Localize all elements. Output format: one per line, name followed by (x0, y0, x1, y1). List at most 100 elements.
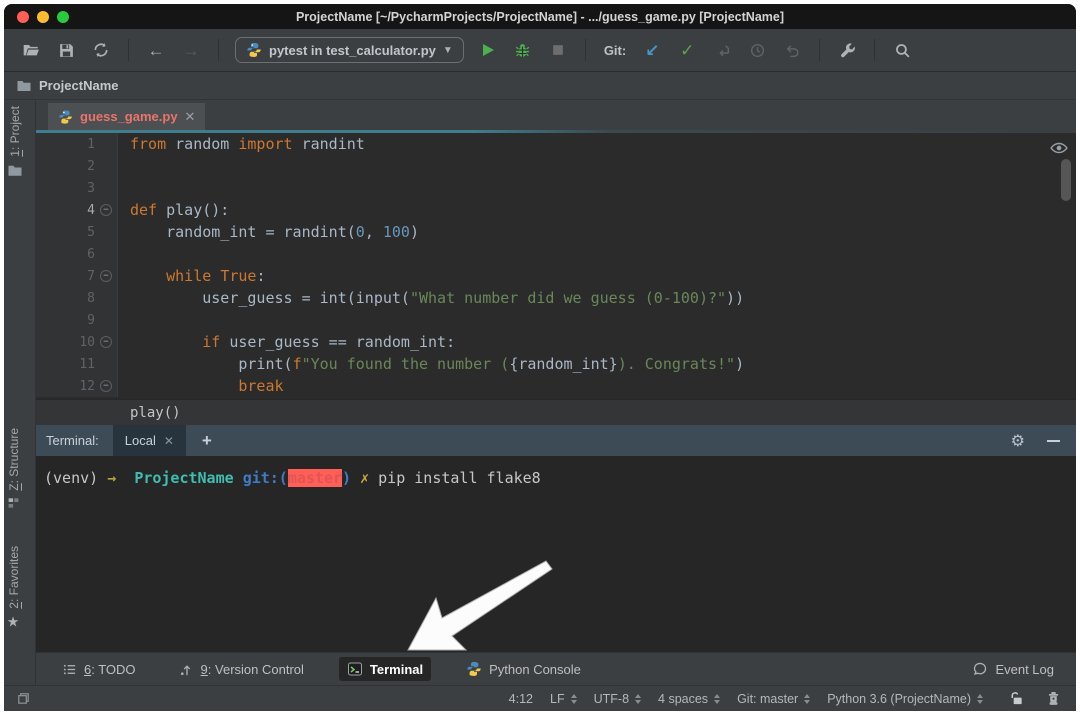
sidebar-item-structure[interactable]: Z: Structure (7, 428, 21, 510)
status-item[interactable]: UTF-8 (594, 692, 641, 706)
tab-guess-game[interactable]: guess_game.py ✕ (48, 103, 205, 130)
line-number: 1 (75, 137, 95, 152)
sidebar-item-label: Z: Structure (7, 428, 21, 491)
code-segment: : (256, 267, 265, 285)
toolbar-separator (819, 39, 820, 61)
status-item[interactable]: LF (550, 692, 577, 706)
toolwindow-event-log[interactable]: Event Log (964, 657, 1062, 681)
vcs-icon (179, 662, 194, 677)
line-number: 3 (75, 181, 95, 196)
code-segment: ) (410, 223, 419, 241)
new-terminal-session-button[interactable]: + (202, 431, 212, 451)
line-number: 6 (75, 247, 95, 262)
gear-icon[interactable]: ⚙ (1011, 431, 1025, 451)
code-text: break (118, 377, 284, 395)
toggle-toolwindows-icon[interactable] (12, 688, 34, 710)
left-toolwindow-stripe: 1: Project Z: Structure ★2: Favorites (4, 100, 36, 685)
wrench-icon[interactable] (836, 39, 858, 61)
search-icon[interactable] (891, 39, 913, 61)
code-segment (130, 267, 166, 285)
code-segment: print( (130, 355, 293, 373)
pycharm-window: ProjectName [~/PycharmProjects/ProjectNa… (4, 4, 1076, 711)
terminal-tab-local[interactable]: Local ✕ (113, 425, 186, 456)
status-item[interactable]: 4 spaces (658, 692, 720, 706)
git-rollback-icon[interactable] (781, 39, 803, 61)
prompt-segment: (venv) (44, 469, 107, 487)
code-line: 12− break (36, 375, 1076, 397)
code-segment: True (220, 267, 256, 285)
chevron-down-icon: ▼ (443, 45, 453, 56)
minimize-panel-icon[interactable] (1047, 440, 1060, 442)
status-item-label: UTF-8 (594, 692, 629, 706)
eye-icon[interactable] (1050, 140, 1068, 159)
toolwindow-left: 6: TODO 9: Version Control Terminal Python … (54, 657, 589, 681)
code-editor[interactable]: 1−from random import randint2−3−4−def pl… (36, 133, 1076, 399)
gutter-cell: 9− (36, 309, 118, 331)
gutter-cell: 3− (36, 177, 118, 199)
code-segment: 0 (356, 223, 365, 241)
toolbar-separator (218, 39, 219, 61)
fold-marker-icon[interactable]: − (100, 204, 112, 216)
terminal-tab-close-icon[interactable]: ✕ (164, 434, 174, 448)
code-text: while True: (118, 267, 265, 285)
tab-filename: guess_game.py (80, 109, 178, 124)
toolwindow-version-control[interactable]: 9: Version Control (171, 658, 312, 681)
status-items: LF UTF-8 4 spaces Git: master Python 3.6 (Pr… (533, 692, 983, 706)
gutter-cell: 11− (36, 353, 118, 375)
code-line: 5− random_int = randint(0, 100) (36, 221, 1076, 243)
status-item-label: Python 3.6 (ProjectName) (827, 692, 971, 706)
forward-icon[interactable]: → (180, 39, 202, 61)
code-segment: randint (293, 135, 365, 153)
status-item[interactable]: Python 3.6 (ProjectName) (827, 692, 983, 706)
hector-inspector-icon[interactable] (1042, 688, 1064, 710)
run-button[interactable] (477, 39, 499, 61)
line-number: 9 (75, 313, 95, 328)
toolwindow-label: Python Console (489, 662, 581, 677)
code-segment: import (238, 135, 292, 153)
code-text: print(f"You found the number ({random_in… (118, 355, 744, 373)
sidebar-item-project[interactable]: 1: Project (7, 106, 23, 179)
fold-marker-icon[interactable]: − (100, 336, 112, 348)
close-tab-icon[interactable]: ✕ (185, 109, 196, 125)
sidebar-item-favorites[interactable]: ★2: Favorites (7, 546, 21, 631)
prompt-segment: ProjectName (134, 469, 233, 487)
fold-marker-icon[interactable]: − (100, 270, 112, 282)
back-icon[interactable]: ← (145, 39, 167, 61)
git-update-icon[interactable]: ↙ (641, 39, 663, 61)
terminal-prompt-line: (venv) → ProjectName git:(master) ✗ pip … (36, 456, 1076, 487)
lock-open-icon[interactable] (1005, 688, 1027, 710)
sidebar-item-label: 1: Project (8, 106, 22, 157)
stop-button[interactable] (547, 39, 569, 61)
code-line: 11− print(f"You found the number ({rando… (36, 353, 1076, 375)
save-icon[interactable] (55, 39, 77, 61)
prompt-segment: → (107, 469, 116, 487)
sync-icon[interactable] (90, 39, 112, 61)
code-text: def play(): (118, 201, 229, 219)
git-commit-icon[interactable]: ✓ (676, 39, 698, 61)
status-position[interactable]: 4:12 (509, 692, 533, 706)
code-segment: from (130, 135, 166, 153)
code-segment: user_guess = int(input( (130, 289, 410, 307)
breadcrumb-project[interactable]: ProjectName (39, 78, 118, 93)
status-item[interactable]: Git: master (737, 692, 810, 706)
debug-button[interactable] (512, 39, 534, 61)
git-push-icon[interactable] (711, 39, 733, 61)
editor-scrollbar[interactable] (1061, 159, 1071, 201)
editor-code: 1−from random import randint2−3−4−def pl… (36, 133, 1076, 397)
toolwindow-todo[interactable]: 6: TODO (54, 658, 144, 681)
toolwindow-python-console[interactable]: Python Console (458, 657, 589, 681)
gutter-cell: 5− (36, 221, 118, 243)
prompt-segment: ✗ (360, 469, 369, 487)
terminal-header: Terminal: Local ✕ + ⚙ (36, 425, 1076, 456)
structure-icon (8, 497, 21, 510)
code-line: 4−def play(): (36, 199, 1076, 221)
line-number: 2 (75, 159, 95, 174)
git-history-icon[interactable] (746, 39, 768, 61)
open-folder-icon[interactable] (20, 39, 42, 61)
toolwindow-terminal[interactable]: Terminal (339, 657, 431, 681)
terminal-panel[interactable]: (venv) → ProjectName git:(master) ✗ pip … (36, 456, 1076, 652)
prompt-segment (234, 469, 243, 487)
fold-marker-icon[interactable]: − (100, 380, 112, 392)
code-segment: while (166, 267, 211, 285)
run-configuration-select[interactable]: pytest in test_calculator.py ▼ (235, 37, 464, 63)
